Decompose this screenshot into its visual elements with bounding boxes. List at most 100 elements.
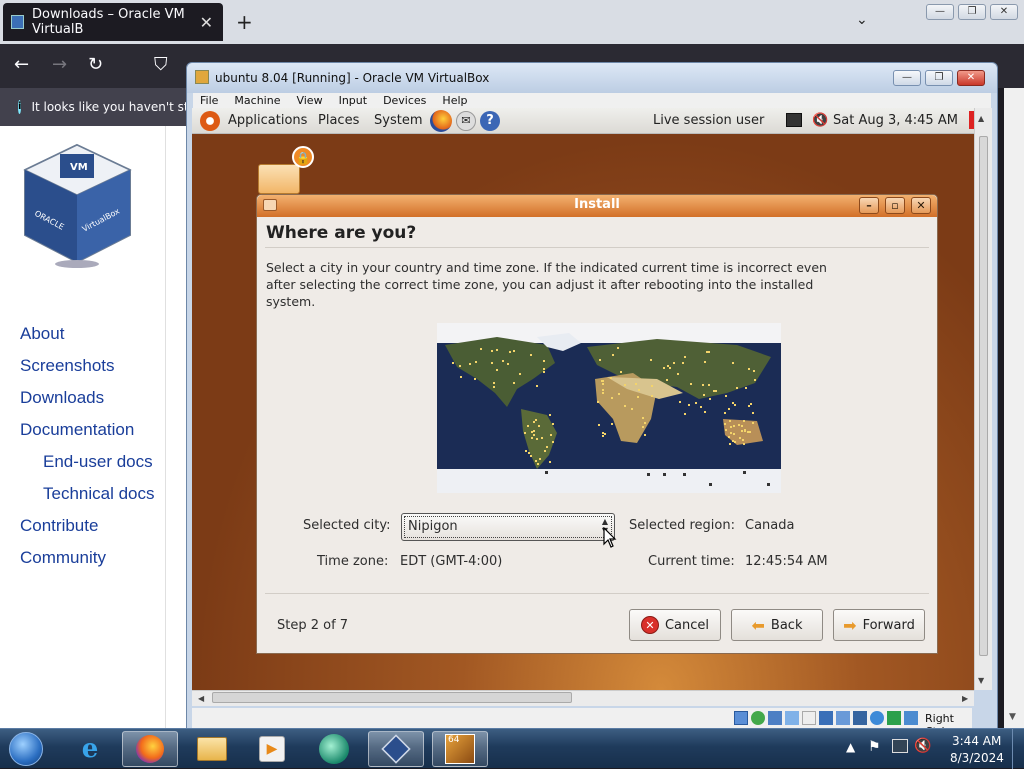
sidebar-divider [165, 126, 166, 728]
panel-user-name[interactable]: Live session user [653, 113, 764, 128]
tray-clock-date[interactable]: 8/3/2024 [950, 751, 1004, 765]
minimize-button[interactable]: — [926, 4, 954, 20]
mouse-integration-icon[interactable] [887, 711, 901, 725]
virtualbox-icon [381, 734, 411, 764]
desktop-folder-icon[interactable] [258, 164, 300, 194]
volume-muted-tray-icon[interactable]: 🔇 [914, 738, 931, 754]
menu-devices[interactable]: Devices [376, 93, 435, 109]
menu-view[interactable]: View [289, 93, 331, 109]
dialog-description: Select a city in your country and time z… [266, 260, 827, 309]
recording-icon[interactable] [853, 711, 867, 725]
dialog-window-icon[interactable] [263, 199, 277, 211]
scroll-up-icon[interactable]: ▲ [978, 114, 984, 123]
taskbar-media-player[interactable]: ▶ [244, 731, 300, 767]
guest-vertical-scrollbar[interactable]: ▲ ▼ [974, 108, 992, 690]
back-button[interactable]: ⬅ Back [731, 609, 823, 641]
shared-folders-icon[interactable] [819, 711, 833, 725]
site-nav-link[interactable]: Documentation [20, 420, 134, 440]
firefox-launcher-icon[interactable] [430, 110, 452, 132]
taskbar-virtualbox[interactable] [368, 731, 424, 767]
taskbar-internet-explorer[interactable]: e [62, 731, 118, 767]
panel-applications-menu[interactable]: Applications [228, 113, 307, 128]
infobar-text: It looks like you haven't sta [31, 100, 190, 114]
horizontal-scroll-thumb[interactable] [212, 692, 572, 703]
scroll-right-icon[interactable]: ▶ [962, 694, 968, 703]
network-icon[interactable] [785, 711, 799, 725]
display-icon[interactable] [836, 711, 850, 725]
action-center-flag-icon[interactable]: ⚑ [868, 739, 881, 755]
panel-places-menu[interactable]: Places [318, 113, 359, 128]
page-scroll-down-icon[interactable]: ▼ [1009, 712, 1016, 722]
audio-icon[interactable] [768, 711, 782, 725]
close-button[interactable]: ✕ [990, 4, 1018, 20]
dialog-title: Install [574, 197, 620, 212]
taskbar-virtualbox-vm[interactable]: 64 [432, 731, 488, 767]
taskbar-app-green[interactable] [306, 731, 362, 767]
dialog-heading: Where are you? [266, 223, 417, 243]
firefox-icon [136, 735, 164, 763]
site-nav-link[interactable]: About [20, 324, 64, 344]
site-nav-link[interactable]: Community [20, 548, 106, 568]
back-arrow-icon[interactable]: ← [14, 54, 29, 75]
list-tabs-chevron-down-icon[interactable]: ⌄ [856, 12, 868, 28]
reload-icon[interactable]: ↻ [88, 54, 103, 75]
show-desktop-button[interactable] [1012, 729, 1024, 769]
browser-tab[interactable]: Downloads – Oracle VM VirtualB ✕ [3, 3, 223, 41]
menu-input[interactable]: Input [332, 93, 376, 109]
site-nav-link[interactable]: Downloads [20, 388, 104, 408]
virtualbox-logo[interactable]: VM ORACLE VirtualBox [20, 140, 135, 270]
volume-muted-icon[interactable]: 🔇 [812, 113, 828, 128]
taskbar-firefox[interactable] [122, 731, 178, 767]
panel-clock[interactable]: Sat Aug 3, 4:45 AM [833, 113, 958, 128]
help-icon[interactable]: ? [480, 111, 500, 131]
cancel-button[interactable]: ✕ Cancel [629, 609, 721, 641]
mail-launcher-icon[interactable]: ✉ [456, 111, 476, 131]
dialog-titlebar[interactable]: Install – ▫ ✕ [257, 195, 937, 217]
install-dialog: Install – ▫ ✕ Where are you? Select a ci… [256, 194, 938, 654]
forward-button[interactable]: ➡ Forward [833, 609, 925, 641]
vm-close-button[interactable]: ✕ [957, 70, 985, 86]
scroll-down-icon[interactable]: ▼ [978, 676, 984, 685]
menu-machine[interactable]: Machine [227, 93, 289, 109]
new-tab-button[interactable]: + [236, 10, 253, 34]
selected-city-combobox[interactable]: Nipigon ▲▼ [401, 513, 615, 541]
world-timezone-map[interactable] [437, 323, 781, 493]
taskbar-file-explorer[interactable] [184, 731, 240, 767]
selected-region-value: Canada [745, 518, 795, 533]
forward-arrow-icon[interactable]: → [52, 54, 67, 75]
vertical-scroll-thumb[interactable] [979, 136, 988, 656]
maximize-button[interactable]: ❐ [958, 4, 986, 20]
info-icon: i [18, 100, 22, 114]
vm-maximize-button[interactable]: ❐ [925, 70, 953, 86]
cancel-icon: ✕ [640, 616, 659, 634]
green-app-icon [319, 734, 349, 764]
keyboard-icon[interactable] [904, 711, 918, 725]
tray-clock-time[interactable]: 3:44 AM [952, 734, 1001, 748]
close-tab-icon[interactable]: ✕ [200, 13, 213, 32]
cpu-icon[interactable] [870, 711, 884, 725]
vm-window-titlebar[interactable]: ubuntu 8.04 [Running] - Oracle VM Virtua… [187, 63, 997, 93]
site-nav-link[interactable]: Contribute [20, 516, 98, 536]
dialog-minimize-button[interactable]: – [859, 197, 879, 214]
menu-help[interactable]: Help [435, 93, 476, 109]
site-nav-link[interactable]: End-user docs [43, 452, 153, 472]
site-nav-link[interactable]: Technical docs [43, 484, 155, 504]
scroll-left-icon[interactable]: ◀ [198, 694, 204, 703]
panel-system-menu[interactable]: System [374, 113, 422, 128]
network-tray-icon[interactable] [892, 739, 908, 753]
optical-drive-icon[interactable] [734, 711, 748, 725]
site-nav-link[interactable]: Screenshots [20, 356, 115, 376]
vm-minimize-button[interactable]: — [893, 70, 921, 86]
start-button[interactable] [4, 731, 48, 767]
usb-icon[interactable] [802, 711, 816, 725]
hard-disk-icon[interactable] [751, 711, 765, 725]
forward-arrow-icon: ➡ [843, 615, 857, 635]
shield-icon[interactable]: ⛉ [154, 54, 168, 75]
tab-title: Downloads – Oracle VM VirtualB [32, 7, 185, 37]
dialog-close-button[interactable]: ✕ [911, 197, 931, 214]
show-hidden-icons-icon[interactable]: ▲ [846, 740, 855, 754]
menu-file[interactable]: File [193, 93, 227, 109]
network-monitor-icon[interactable] [786, 113, 802, 127]
dialog-maximize-button[interactable]: ▫ [885, 197, 905, 214]
page-scrollbar[interactable] [1004, 88, 1024, 728]
